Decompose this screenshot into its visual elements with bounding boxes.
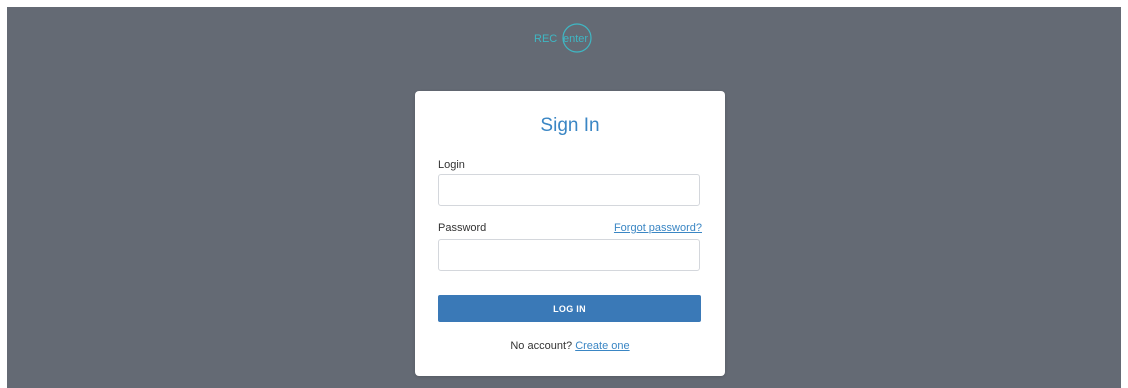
signin-card: Sign In Login Password Forgot password? … [415, 91, 725, 376]
password-input[interactable] [438, 239, 700, 271]
logo-suffix: enter [563, 33, 588, 45]
login-label: Login [438, 159, 465, 171]
logo-graphic: REC enter [534, 23, 592, 53]
reccenter-logo: REC enter [534, 22, 604, 54]
forgot-password-link[interactable]: Forgot password? [614, 221, 702, 235]
create-account-row: No account? Create one [415, 339, 725, 353]
login-input[interactable] [438, 174, 700, 206]
create-account-link[interactable]: Create one [575, 340, 629, 352]
password-label: Password [438, 222, 487, 234]
page-background: REC enter Sign In Login Password Forgot … [7, 7, 1121, 388]
logo-prefix: REC [534, 33, 557, 45]
no-account-text: No account? [510, 340, 573, 352]
login-button[interactable]: LOG IN [438, 295, 701, 322]
page-title: Sign In [540, 115, 600, 136]
